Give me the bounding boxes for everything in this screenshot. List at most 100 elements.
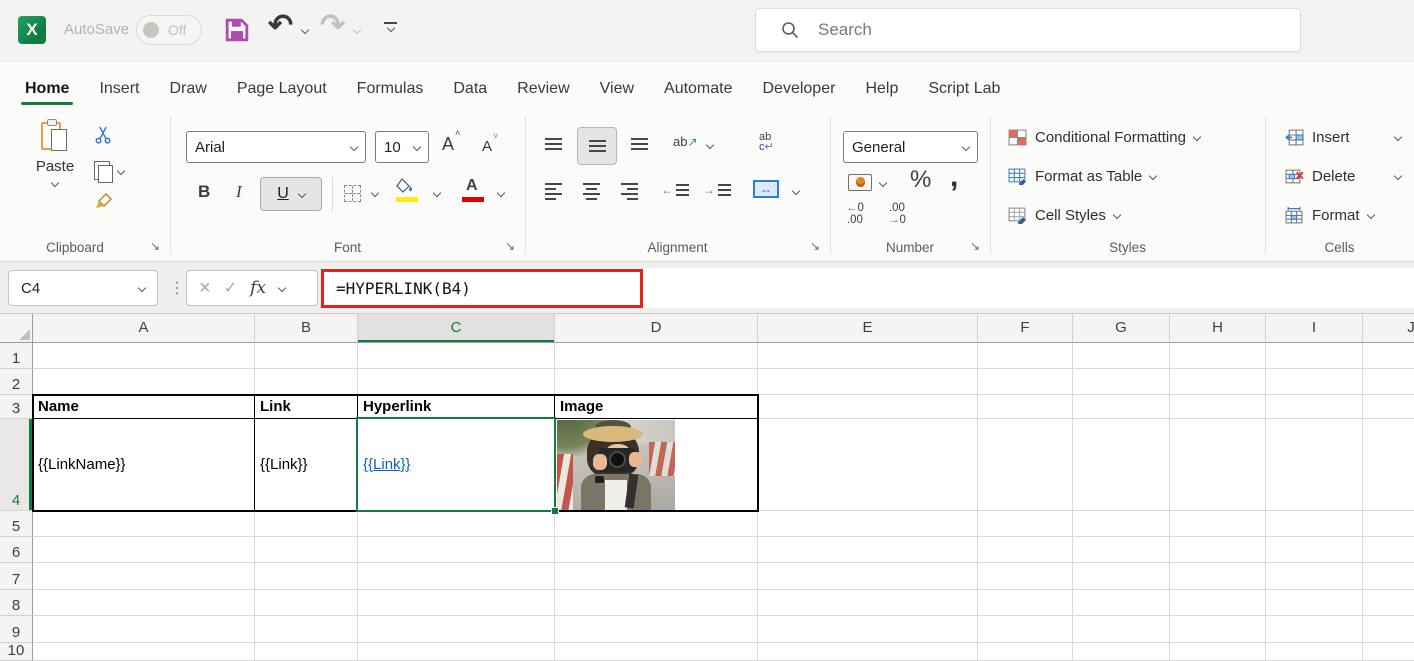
select-all-corner[interactable] bbox=[0, 314, 33, 343]
percent-style-button[interactable]: % bbox=[910, 166, 931, 194]
row-header-2[interactable]: 2 bbox=[0, 369, 33, 395]
cell-D4-image[interactable] bbox=[557, 420, 675, 510]
row-header-3[interactable]: 3 bbox=[0, 395, 33, 419]
name-box-chevron[interactable] bbox=[138, 284, 146, 292]
insert-function-chevron[interactable] bbox=[278, 284, 286, 292]
cancel-icon[interactable]: × bbox=[199, 278, 211, 298]
row-header-7[interactable]: 7 bbox=[0, 563, 33, 590]
column-header-D[interactable]: D bbox=[555, 314, 758, 343]
align-left-button[interactable] bbox=[545, 183, 562, 200]
font-color-chevron[interactable] bbox=[497, 189, 505, 197]
font-dialog-launcher[interactable]: ↘ bbox=[503, 240, 517, 254]
copy-dropdown-chevron[interactable] bbox=[117, 166, 125, 174]
fill-color-button[interactable] bbox=[396, 178, 418, 202]
cell-B4[interactable]: {{Link}} bbox=[255, 419, 358, 511]
tab-page-layout[interactable]: Page Layout bbox=[222, 81, 342, 110]
row-header-1[interactable]: 1 bbox=[0, 343, 33, 369]
search-box[interactable]: Search bbox=[755, 8, 1301, 52]
merge-center-chevron[interactable] bbox=[792, 187, 800, 195]
font-size-combo[interactable]: 10 bbox=[375, 131, 429, 163]
decrease-decimal-button[interactable]: .00 →0 bbox=[888, 202, 906, 226]
column-header-B[interactable]: B bbox=[255, 314, 358, 343]
conditional-formatting-button[interactable]: Conditional Formatting bbox=[1008, 123, 1200, 151]
autosave-toggle[interactable]: Off bbox=[136, 15, 202, 45]
redo-dropdown-chevron[interactable] bbox=[353, 26, 361, 34]
row-header-8[interactable]: 8 bbox=[0, 590, 33, 616]
accounting-format-button[interactable] bbox=[848, 174, 872, 191]
center-button[interactable] bbox=[583, 183, 600, 200]
delete-cells-button[interactable]: Delete bbox=[1285, 162, 1401, 190]
clipboard-dialog-launcher[interactable]: ↘ bbox=[148, 240, 162, 254]
cell-D3[interactable]: Image bbox=[555, 395, 758, 419]
customize-quick-access-toolbar-button[interactable] bbox=[384, 22, 397, 31]
enter-icon[interactable]: ✓ bbox=[224, 278, 237, 298]
bold-button[interactable]: B bbox=[198, 182, 210, 202]
tab-review[interactable]: Review bbox=[502, 81, 584, 110]
column-header-I[interactable]: I bbox=[1266, 314, 1363, 343]
row-header-6[interactable]: 6 bbox=[0, 537, 33, 563]
tab-script-lab[interactable]: Script Lab bbox=[913, 81, 1015, 110]
name-box[interactable]: C4 bbox=[8, 270, 158, 306]
tab-insert[interactable]: Insert bbox=[84, 81, 154, 110]
cell-C4[interactable]: {{Link}} bbox=[358, 419, 555, 511]
font-color-button[interactable]: A bbox=[462, 178, 484, 202]
undo-button[interactable]: ↶ bbox=[268, 8, 293, 43]
top-align-button[interactable] bbox=[545, 138, 562, 150]
undo-dropdown-chevron[interactable] bbox=[301, 26, 309, 34]
tab-help[interactable]: Help bbox=[850, 81, 913, 110]
tab-draw[interactable]: Draw bbox=[154, 81, 221, 110]
orientation-chevron[interactable] bbox=[706, 141, 714, 149]
column-header-F[interactable]: F bbox=[978, 314, 1073, 343]
fill-handle[interactable] bbox=[551, 507, 559, 515]
spreadsheet-grid[interactable]: ABCDEFGHIJ12345678910NameLinkHyperlinkIm… bbox=[0, 314, 1414, 661]
row-header-10[interactable]: 10 bbox=[0, 643, 33, 661]
format-cells-button[interactable]: Format bbox=[1285, 201, 1374, 229]
row-header-5[interactable]: 5 bbox=[0, 511, 33, 537]
tab-view[interactable]: View bbox=[585, 81, 649, 110]
comma-style-button[interactable]: , bbox=[950, 168, 958, 186]
middle-align-button[interactable] bbox=[577, 127, 617, 165]
alignment-dialog-launcher[interactable]: ↘ bbox=[808, 240, 822, 254]
increase-font-size-button[interactable]: A˄ bbox=[442, 134, 459, 155]
row-header-4[interactable]: 4 bbox=[0, 419, 33, 511]
underline-dropdown-chevron[interactable] bbox=[298, 190, 306, 198]
insert-cells-button[interactable]: Insert bbox=[1285, 123, 1401, 151]
cell-A4[interactable]: {{LinkName}} bbox=[33, 419, 255, 511]
excel-logo-icon[interactable]: X bbox=[18, 16, 46, 44]
paste-button[interactable]: Paste bbox=[24, 119, 86, 231]
increase-indent-button[interactable]: → bbox=[703, 183, 731, 197]
paste-dropdown-chevron[interactable] bbox=[51, 179, 59, 187]
italic-button[interactable]: I bbox=[236, 182, 242, 202]
format-painter-button[interactable] bbox=[94, 192, 113, 214]
column-header-G[interactable]: G bbox=[1073, 314, 1170, 343]
orientation-button[interactable]: ab↗ bbox=[673, 134, 698, 149]
column-header-C[interactable]: C bbox=[358, 314, 555, 343]
align-right-button[interactable] bbox=[621, 183, 638, 200]
column-header-E[interactable]: E bbox=[758, 314, 978, 343]
accounting-format-chevron[interactable] bbox=[879, 179, 887, 187]
copy-button[interactable] bbox=[94, 161, 124, 180]
borders-button[interactable] bbox=[344, 185, 361, 202]
formula-bar-drag-handle[interactable]: ⋮ bbox=[169, 278, 185, 298]
column-header-H[interactable]: H bbox=[1170, 314, 1266, 343]
cell-B3[interactable]: Link bbox=[255, 395, 358, 419]
number-dialog-launcher[interactable]: ↘ bbox=[968, 240, 982, 254]
cell-A3[interactable]: Name bbox=[33, 395, 255, 419]
tab-automate[interactable]: Automate bbox=[649, 81, 747, 110]
fill-color-chevron[interactable] bbox=[433, 189, 441, 197]
format-as-table-button[interactable]: Format as Table bbox=[1008, 162, 1156, 190]
wrap-text-button[interactable]: ab c↵ bbox=[759, 132, 774, 152]
save-button[interactable] bbox=[225, 18, 249, 47]
underline-button[interactable]: U bbox=[260, 177, 322, 211]
column-header-A[interactable]: A bbox=[33, 314, 255, 343]
column-header-J[interactable]: J bbox=[1363, 314, 1414, 343]
tab-formulas[interactable]: Formulas bbox=[342, 81, 439, 110]
decrease-font-size-button[interactable]: A˅ bbox=[482, 137, 497, 155]
row-header-9[interactable]: 9 bbox=[0, 616, 33, 643]
tab-data[interactable]: Data bbox=[438, 81, 502, 110]
cell-styles-button[interactable]: Cell Styles bbox=[1008, 201, 1120, 229]
borders-dropdown-chevron[interactable] bbox=[371, 189, 379, 197]
font-name-combo[interactable]: Arial bbox=[186, 131, 366, 163]
increase-decimal-button[interactable]: ←0 .00 bbox=[846, 202, 864, 226]
decrease-indent-button[interactable]: ← bbox=[661, 183, 689, 197]
